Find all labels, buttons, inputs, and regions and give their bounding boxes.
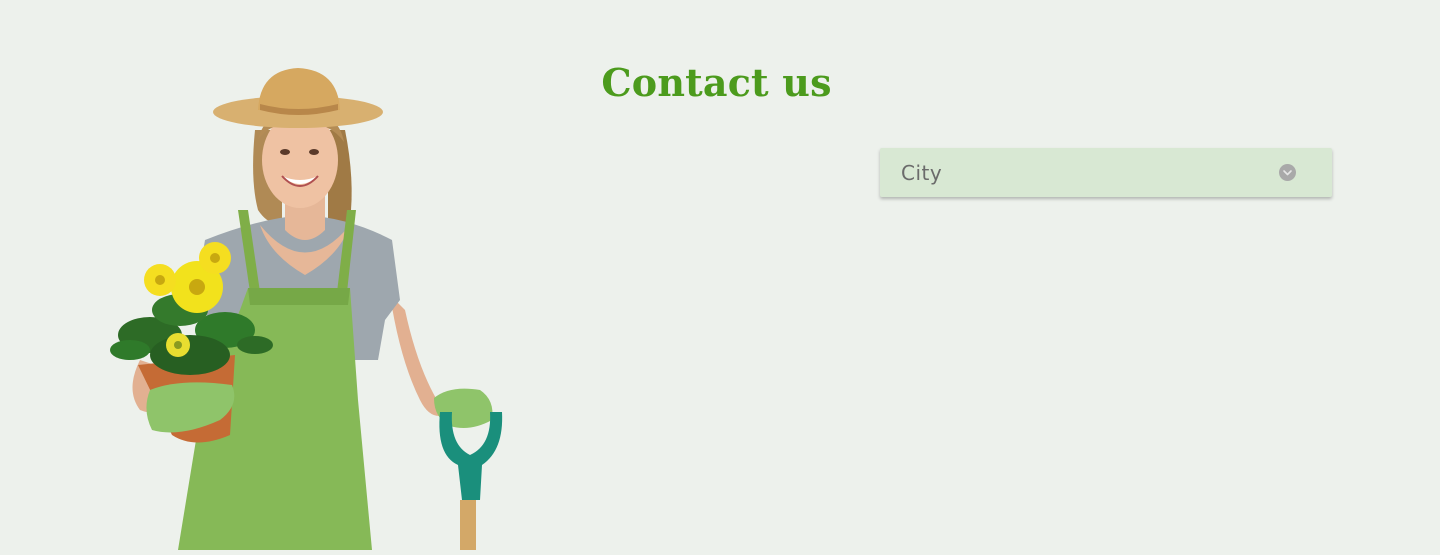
city-select[interactable]: City bbox=[880, 148, 1332, 197]
chevron-down-icon bbox=[1279, 164, 1296, 181]
city-select-value: City bbox=[901, 161, 943, 185]
gardener-hero-image bbox=[100, 60, 520, 550]
